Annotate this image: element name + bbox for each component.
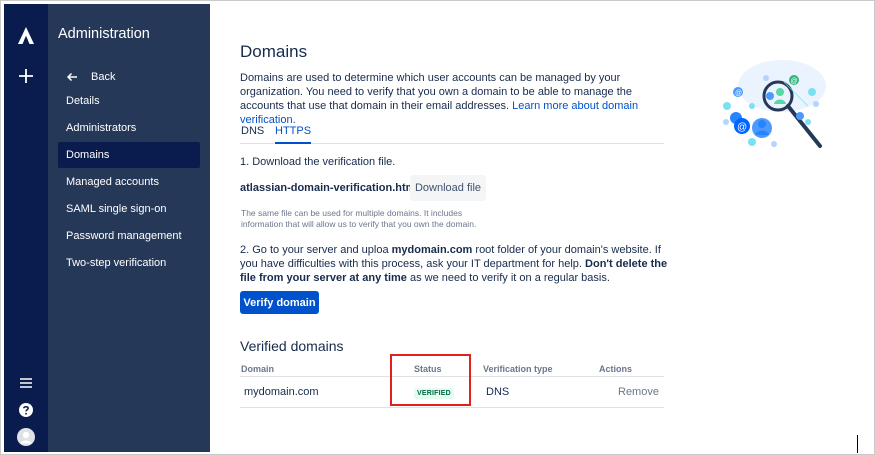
step-two-text: 2. Go to your server and uploa mydomain.… [240, 243, 668, 285]
admin-sidebar: Administration Back Details Administrato… [48, 4, 210, 452]
menu-icon[interactable] [18, 376, 34, 390]
edge-marker [857, 435, 858, 453]
sidebar-item-domains[interactable]: Domains [58, 142, 200, 168]
tab-https[interactable]: HTTPS [275, 124, 312, 144]
status-highlight-box [390, 354, 471, 406]
file-hint: The same file can be used for multiple d… [241, 208, 477, 229]
verification-type-cell: DNS [486, 386, 510, 398]
verified-domains-title: Verified domains [240, 338, 344, 354]
atlassian-logo-icon[interactable] [16, 26, 36, 46]
download-file-button[interactable]: Download file [410, 175, 486, 201]
domain-cell: mydomain.com [244, 386, 319, 398]
verification-filename: atlassian-domain-verification.html [240, 182, 419, 194]
svg-text:@: @ [791, 78, 798, 85]
page-title: Domains [240, 42, 308, 61]
sidebar-item-details[interactable]: Details [58, 88, 200, 114]
column-header-actions: Actions [599, 364, 633, 374]
table-row-divider [240, 407, 664, 408]
sidebar-item-managed-accounts[interactable]: Managed accounts [58, 169, 200, 195]
column-header-verification-type: Verification type [483, 364, 553, 374]
verify-domain-button[interactable]: Verify domain [240, 291, 319, 314]
avatar-icon[interactable] [17, 428, 35, 446]
back-link[interactable]: Back [66, 68, 115, 86]
step-two-part-c: as we need to verify it on a regular bas… [406, 272, 610, 284]
column-header-domain: Domain [241, 364, 275, 374]
back-label: Back [91, 71, 116, 83]
page-intro: Domains are used to determine which user… [240, 71, 668, 127]
sidebar-item-two-step[interactable]: Two-step verification [58, 250, 200, 276]
svg-text:@: @ [735, 90, 742, 97]
sidebar-item-password-management[interactable]: Password management [58, 223, 200, 249]
step-one-text: 1. Download the verification file. [240, 156, 396, 168]
plus-icon[interactable] [16, 66, 36, 86]
svg-text:@: @ [737, 122, 747, 133]
global-nav [4, 4, 48, 452]
back-arrow-icon [66, 72, 77, 82]
domain-illustration: @ @ @ [723, 60, 826, 148]
step-two-part-a: 2. Go to your server and uploa [240, 244, 392, 256]
tab-dns[interactable]: DNS [241, 124, 264, 144]
sidebar-item-administrators[interactable]: Administrators [58, 115, 200, 141]
verification-tabs: DNS HTTPS [240, 124, 664, 144]
sidebar-item-saml[interactable]: SAML single sign-on [58, 196, 200, 222]
step-two-domain: mydomain.com [391, 244, 473, 256]
help-icon[interactable] [18, 402, 34, 418]
remove-domain-link[interactable]: Remove [618, 386, 659, 398]
sidebar-title: Administration [58, 26, 150, 42]
